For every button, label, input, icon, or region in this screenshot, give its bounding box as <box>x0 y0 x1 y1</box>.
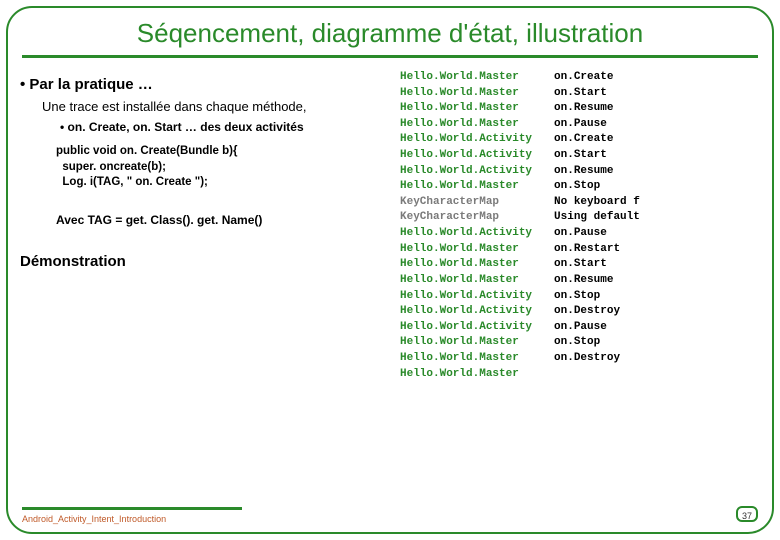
log-tag: Hello.World.Master <box>400 86 532 102</box>
log-tag: Hello.World.Master <box>400 273 532 289</box>
log-msg: on.Resume <box>554 273 640 289</box>
log-tag: Hello.World.Master <box>400 101 532 117</box>
log-msg: on.Start <box>554 148 640 164</box>
log-msg: on.Resume <box>554 164 640 180</box>
left-column: • Par la pratique … Une trace est instal… <box>20 70 400 382</box>
log-tag: Hello.World.Activity <box>400 320 532 336</box>
log-msg: on.Resume <box>554 101 640 117</box>
footer-divider <box>22 507 242 510</box>
log-msg: on.Create <box>554 70 640 86</box>
log-tag: Hello.World.Activity <box>400 304 532 320</box>
log-msg: No keyboard f <box>554 195 640 211</box>
log-msg: on.Pause <box>554 117 640 133</box>
log-tag: KeyCharacterMap <box>400 210 532 226</box>
code-line: super. oncreate(b); <box>56 160 400 176</box>
log-msg: on.Destroy <box>554 351 640 367</box>
log-tag: Hello.World.Master <box>400 242 532 258</box>
log-msg: on.Stop <box>554 179 640 195</box>
demo-heading: Démonstration <box>20 253 400 270</box>
log-tag: Hello.World.Master <box>400 351 532 367</box>
log-msg: on.Stop <box>554 289 640 305</box>
log-tag: Hello.World.Activity <box>400 132 532 148</box>
heading: • Par la pratique … <box>20 76 400 93</box>
log-msg: on.Destroy <box>554 304 640 320</box>
log-tag: KeyCharacterMap <box>400 195 532 211</box>
sub-bullet: • on. Create, on. Start … des deux activ… <box>60 120 400 134</box>
log-msg: on.Pause <box>554 320 640 336</box>
log-tag: Hello.World.Activity <box>400 226 532 242</box>
content-row: • Par la pratique … Une trace est instal… <box>8 70 772 382</box>
log-tag: Hello.World.Activity <box>400 289 532 305</box>
log-tag: Hello.World.Master <box>400 70 532 86</box>
sub-bullet-text: on. Create, on. Start … des deux activit… <box>68 120 304 134</box>
log-msg-column: on.Createon.Starton.Resumeon.Pauseon.Cre… <box>554 70 640 382</box>
log-tag: Hello.World.Master <box>400 367 532 383</box>
subheading: Une trace est installée dans chaque méth… <box>42 99 400 114</box>
code-line: public void on. Create(Bundle b){ <box>56 144 400 160</box>
log-tag: Hello.World.Activity <box>400 164 532 180</box>
log-msg: on.Restart <box>554 242 640 258</box>
log-tag: Hello.World.Master <box>400 179 532 195</box>
code-block: public void on. Create(Bundle b){ super.… <box>56 144 400 191</box>
code-line: Log. i(TAG, " on. Create "); <box>56 175 400 191</box>
log-tag: Hello.World.Master <box>400 257 532 273</box>
log-columns: Hello.World.MasterHello.World.MasterHell… <box>400 70 760 382</box>
slide-title: Séqencement, diagramme d'état, illustrat… <box>8 18 772 49</box>
log-msg: on.Pause <box>554 226 640 242</box>
footer-text: Android_Activity_Intent_Introduction <box>22 514 166 524</box>
log-msg: on.Start <box>554 86 640 102</box>
log-tag: Hello.World.Activity <box>400 148 532 164</box>
log-tag: Hello.World.Master <box>400 335 532 351</box>
log-tag: Hello.World.Master <box>400 117 532 133</box>
log-msg: on.Stop <box>554 335 640 351</box>
log-msg: Using default <box>554 210 640 226</box>
title-divider <box>22 55 758 58</box>
slide-frame: Séqencement, diagramme d'état, illustrat… <box>6 6 774 534</box>
log-msg: on.Create <box>554 132 640 148</box>
page-number: 37 <box>736 506 758 522</box>
log-msg: on.Start <box>554 257 640 273</box>
log-tag-column: Hello.World.MasterHello.World.MasterHell… <box>400 70 532 382</box>
heading-text: Par la pratique … <box>29 76 152 93</box>
tag-line: Avec TAG = get. Class(). get. Name() <box>56 213 400 227</box>
